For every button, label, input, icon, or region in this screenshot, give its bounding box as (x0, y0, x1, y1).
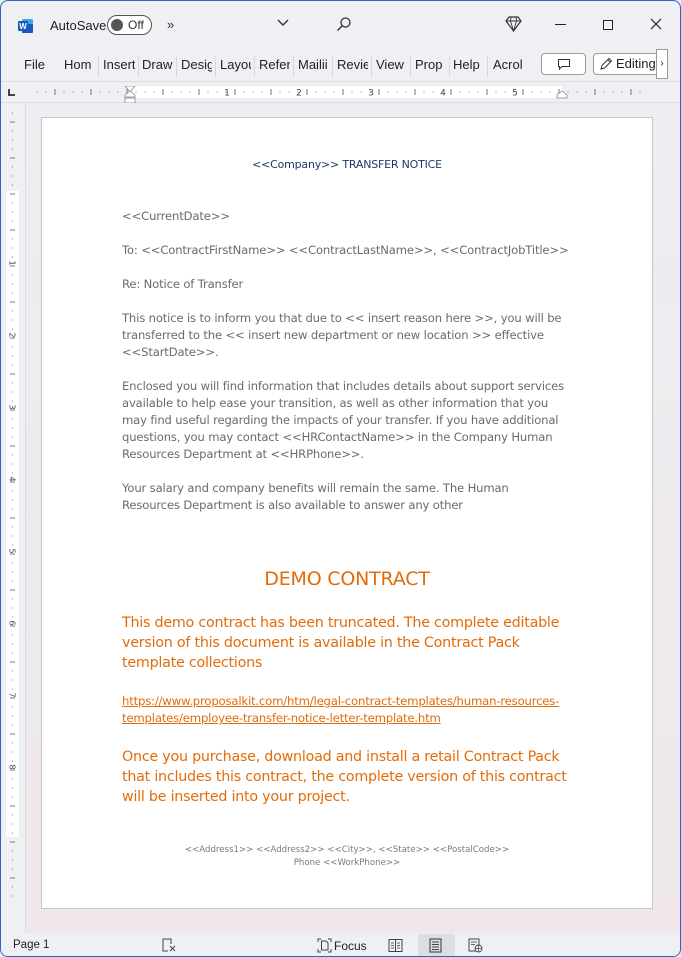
tab-view[interactable]: View (376, 57, 406, 72)
autosave-toggle[interactable]: Off (107, 15, 152, 35)
tab-divider (449, 55, 450, 77)
ruler-label: 1 (224, 89, 230, 99)
ruler-label: 1 (8, 260, 17, 265)
ruler-label: 5 (512, 89, 518, 99)
editing-mode-button[interactable]: Editing (593, 53, 665, 75)
vertical-ruler[interactable]: 1 2 3 4 5 6 7 8 (6, 107, 19, 907)
page-footer: <<Address1>> <<Address2>> <<City>>, <<St… (42, 844, 652, 870)
editing-label: Editing (616, 56, 656, 71)
tab-divider (138, 55, 139, 77)
ruler-text-area (130, 86, 562, 98)
web-layout-icon[interactable] (468, 938, 483, 953)
horizontal-ruler[interactable]: 1 2 3 4 5 (29, 86, 655, 100)
document-page[interactable]: <<Company>> TRANSFER NOTICE <<CurrentDat… (41, 117, 653, 909)
focus-icon[interactable] (317, 938, 332, 953)
tab-help[interactable]: Help (453, 57, 483, 72)
tab-divider (176, 55, 177, 77)
ruler-label: 7 (8, 692, 17, 697)
word-window: W AutoSave Off » File Hom Insert Draw De… (0, 0, 681, 957)
tab-draw[interactable]: Draw (142, 57, 174, 72)
print-layout-icon[interactable] (429, 938, 442, 953)
demo-purchase-notice: Once you purchase, download and install … (122, 749, 567, 805)
comments-button[interactable] (541, 53, 586, 75)
footer-address: <<Address1>> <<Address2>> <<City>>, <<St… (184, 845, 510, 855)
tab-review[interactable]: Revie (337, 57, 368, 72)
ruler-label: 3 (8, 404, 17, 409)
hanging-indent-marker[interactable] (124, 90, 136, 104)
recipient-line: To: <<ContractFirstName>> <<ContractLast… (122, 243, 569, 257)
body-paragraph: This notice is to inform you that due to… (122, 311, 562, 359)
focus-button[interactable]: Focus (334, 939, 367, 953)
body-paragraph: Enclosed you will find information that … (122, 379, 565, 461)
tab-divider (293, 55, 294, 77)
toggle-knob (111, 19, 123, 31)
ruler-label: 4 (8, 476, 17, 481)
ruler-label: 3 (368, 89, 374, 99)
tab-divider (254, 55, 255, 77)
minimize-button[interactable] (555, 24, 566, 25)
footer-phone: Phone <<WorkPhone>> (293, 858, 401, 868)
ruler-label: 8 (8, 764, 17, 769)
tab-divider (98, 55, 99, 77)
autosave-label: AutoSave (50, 18, 107, 33)
ruler-label: 2 (8, 332, 17, 337)
maximize-button[interactable] (603, 20, 613, 30)
tab-divider (215, 55, 216, 77)
demo-contract-heading: DEMO CONTRACT (264, 568, 430, 590)
more-commands-button[interactable]: » (167, 17, 174, 32)
page-indicator[interactable]: Page 1 (13, 939, 49, 951)
tab-design[interactable]: Desig (181, 57, 212, 72)
tab-properties[interactable]: Prop (415, 57, 445, 72)
subject-line: Re: Notice of Transfer (122, 277, 244, 291)
template-link[interactable]: https://www.proposalkit.com/htm/legal-co… (122, 693, 572, 727)
pencil-icon (600, 57, 613, 70)
ruler-label: 2 (296, 89, 302, 99)
tab-divider (487, 55, 488, 77)
svg-text:W: W (19, 22, 27, 31)
tab-mailings[interactable]: Mailii (298, 57, 329, 72)
search-icon[interactable] (336, 16, 352, 32)
tab-file[interactable]: File (24, 57, 45, 72)
ribbon-scroll-right-button[interactable]: › (656, 49, 668, 79)
ribbon-tabs: File Hom Insert Draw Desig Layou Refer M… (1, 49, 680, 81)
title-bar: W AutoSave Off » (1, 1, 680, 49)
body-paragraph: Your salary and company benefits will re… (122, 481, 509, 512)
tab-references[interactable]: Refer (259, 57, 290, 72)
demo-truncated-notice: This demo contract has been truncated. T… (122, 615, 560, 671)
premium-diamond-icon[interactable] (505, 16, 522, 32)
ruler-text-area (6, 191, 19, 837)
word-logo-icon[interactable]: W (18, 18, 34, 34)
chevron-down-icon[interactable] (276, 16, 290, 30)
ruler-label: 4 (440, 89, 446, 99)
ruler-label: 5 (8, 548, 17, 553)
tab-stop-selector[interactable] (8, 89, 15, 96)
close-icon[interactable] (649, 17, 663, 31)
tab-acrobat[interactable]: Acrol (493, 57, 523, 72)
tab-divider (332, 55, 333, 77)
status-bar: Page 1 Focus (1, 933, 680, 956)
date-line: <<CurrentDate>> (122, 209, 230, 223)
document-title: <<Company>> TRANSFER NOTICE (252, 158, 442, 171)
tab-home[interactable]: Hom (64, 57, 95, 72)
autosave-state: Off (128, 18, 144, 32)
horizontal-ruler-bar: 1 2 3 4 5 (1, 81, 680, 104)
tab-divider (410, 55, 411, 77)
tab-layout[interactable]: Layou (220, 57, 251, 72)
ruler-label: 6 (8, 620, 17, 625)
tab-insert[interactable]: Insert (103, 57, 135, 72)
tab-divider (371, 55, 372, 77)
read-mode-icon[interactable] (388, 938, 403, 953)
proofing-icon[interactable] (161, 938, 177, 953)
comment-icon (558, 59, 570, 71)
